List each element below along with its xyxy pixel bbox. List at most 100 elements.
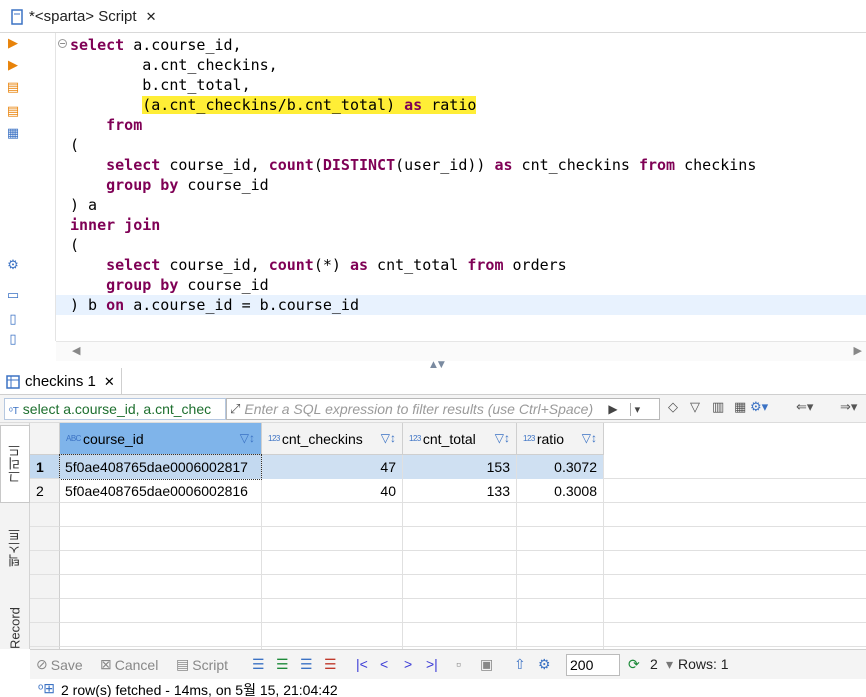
column-header-course-id[interactable]: ABC course_id ▽↕ [60,423,262,455]
cell-course-id[interactable]: 5f0ae408765dae0006002816 [60,479,261,503]
sql-line[interactable]: from [56,115,866,135]
refresh-dropdown-icon[interactable]: ▾ [666,656,673,673]
column-filter-sort-icon[interactable]: ▽↕ [495,431,510,445]
apply-filter-icon[interactable]: ▶ [608,402,617,416]
sql-line[interactable]: group by course_id [56,175,866,195]
empty-row-header [30,599,60,623]
page-size-input[interactable]: 200 [566,654,620,676]
row-number[interactable]: 2 [30,479,60,503]
toolbar-settings-icon[interactable]: ⚙ [538,656,551,673]
sql-line[interactable]: group by course_id [56,275,866,295]
editor-tab[interactable]: *<sparta> Script ✕ [4,4,162,29]
scroll-right-icon[interactable]: ▶ [854,344,862,357]
column-header-cnt-total[interactable]: 123 cnt_total ▽↕ [403,423,517,455]
cell-cnt-total[interactable]: 133 [403,479,516,503]
export-data-icon[interactable]: ⇧ [514,656,526,673]
column-header-cnt-checkins[interactable]: 123 cnt_checkins ▽↕ [262,423,403,455]
column-filter-sort-icon[interactable]: ▽↕ [240,431,255,445]
sql-line[interactable]: select course_id, count(DISTINCT(user_id… [56,155,866,175]
delete-row-icon[interactable]: ☰ [324,656,337,673]
expand-filter-icon[interactable]: ⤢ [230,402,240,417]
sql-line[interactable]: select a.course_id, [56,35,866,55]
filter-input[interactable]: ⤢ Enter a SQL expression to filter resul… [226,398,660,420]
script-button[interactable]: ▤ Script [176,656,228,673]
sql-line[interactable]: select course_id, count(*) as cnt_total … [56,255,866,275]
explain-plan-icon[interactable]: ▦ [6,127,20,141]
filter-history-dropdown-icon[interactable]: ▾ [629,402,640,416]
cell-cnt-checkins[interactable]: 47 [262,455,402,479]
sql-line[interactable]: ) a [56,195,866,215]
sql-keyword: group by [106,276,179,294]
refresh-settings-icon[interactable]: ⚙▾ [750,400,768,415]
load-script-icon[interactable]: ▯ [6,313,20,327]
save-icon: ⊘ [36,656,48,672]
sql-line[interactable]: ) b on a.course_id = b.course_id [56,295,866,315]
sql-line[interactable]: ( [56,235,866,255]
query-text-preview[interactable]: ᵒT select a.course_id, a.cnt_chec [4,398,226,420]
sql-line[interactable]: ( [56,135,866,155]
cell-ratio[interactable]: 0.3008 [517,479,603,503]
previous-page-icon[interactable]: < [380,656,388,672]
export-icon[interactable]: ▭ [6,289,20,303]
results-tab[interactable]: checkins 1 ✕ [0,368,122,395]
execute-script-icon[interactable]: ▤ [6,81,20,95]
add-row-icon[interactable]: ☰ [276,656,289,673]
sql-keyword: group by [106,176,179,194]
sql-token: a.course_id, [124,36,242,54]
sql-line[interactable]: inner join [56,215,866,235]
results-toolbar: ⊘ Save ⊠ Cancel ▤ Script ☰ ☰ ☰ ☰ |< < > >| … [30,649,866,679]
column-filter-sort-icon[interactable]: ▽↕ [582,431,597,445]
sql-editor[interactable]: − select a.course_id, a.cnt_checkins, b.… [56,33,866,341]
text-view-tab[interactable]: 텍스트 [0,513,30,583]
back-icon[interactable]: ⇐▾ [796,400,813,415]
sql-keyword: count [268,156,314,174]
next-page-icon[interactable]: > [404,656,412,672]
sql-line[interactable]: a.cnt_checkins, [56,55,866,75]
text-view-label: 텍스트 [7,528,23,568]
row-number[interactable]: 1 [30,455,60,479]
copy-row-icon[interactable]: ☰ [300,656,313,673]
rows-count: Rows: 1 [678,656,729,672]
sql-line[interactable]: b.cnt_total, [56,75,866,95]
save-script-icon[interactable]: ▯ [6,333,20,347]
close-icon[interactable]: ✕ [146,9,157,25]
editor-horizontal-scrollbar[interactable]: ◀ ▶ [56,341,866,361]
refresh-icon[interactable]: ⟳ [628,656,640,673]
column-name: cnt_total [422,430,476,447]
cell-cnt-total[interactable]: 153 [403,455,516,479]
edit-row-icon[interactable]: ☰ [252,656,265,673]
column-filter-sort-icon[interactable]: ▽↕ [381,431,396,445]
execute-script-new-tab-icon[interactable]: ▤ [6,105,20,119]
sql-token: ) a [70,196,98,214]
grid-view-tab[interactable]: 그리드 [0,425,30,503]
execute-in-new-tab-icon[interactable]: ▶ [6,59,20,73]
fetch-next-icon[interactable]: ▫ [456,656,461,672]
last-page-icon[interactable]: >| [426,656,438,672]
save-label: Save [50,656,83,673]
settings-gear-icon[interactable]: ⚙ [6,259,20,273]
fetch-all-icon[interactable]: ▣ [480,656,493,673]
record-view-tab[interactable]: Record [0,593,30,663]
save-filter-icon[interactable]: ▥ [712,400,724,415]
grid-row-line [60,598,866,599]
grid-corner[interactable] [30,423,60,455]
close-icon[interactable]: ✕ [104,374,115,390]
cell-cnt-checkins[interactable]: 40 [262,479,402,503]
scroll-left-icon[interactable]: ◀ [72,344,80,357]
cell-course-id[interactable]: 5f0ae408765dae0006002817 [59,454,262,480]
filter-list-icon[interactable]: ▦ [734,400,746,415]
results-grid[interactable]: ABC course_id ▽↕ 123 cnt_checkins ▽↕ 123 cnt_to… [30,423,866,649]
save-button[interactable]: ⊘ Save [36,656,83,673]
forward-icon[interactable]: ⇒▾ [840,400,857,415]
sql-token: b.cnt_total, [70,76,251,94]
execute-statement-icon[interactable]: ▶ [6,37,20,51]
column-header-ratio[interactable]: 123 ratio ▽↕ [517,423,604,455]
sql-line[interactable]: (a.cnt_checkins/b.cnt_total) as ratio [56,95,866,115]
cell-ratio[interactable]: 0.3072 [517,455,603,479]
first-page-icon[interactable]: |< [356,656,368,672]
cancel-button[interactable]: ⊠ Cancel [100,656,158,673]
filter-settings-icon[interactable]: ▽ [690,400,700,415]
erase-filter-icon[interactable]: ◇ [668,400,678,415]
